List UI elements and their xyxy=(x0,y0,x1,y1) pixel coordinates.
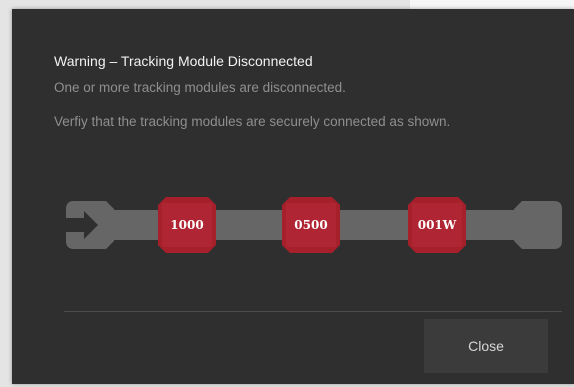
tracking-module-1: 1000 xyxy=(158,197,216,253)
tracking-module-diagram: 1000 0500 001W xyxy=(62,197,562,253)
track-right-cap xyxy=(514,201,562,249)
close-button[interactable]: Close xyxy=(424,319,548,373)
dialog-instruction: Verfiy that the tracking modules are sec… xyxy=(54,114,451,129)
module-label: 001W xyxy=(417,218,457,232)
divider xyxy=(64,311,562,312)
tracking-module-3: 001W xyxy=(408,197,466,253)
dialog-message: One or more tracking modules are disconn… xyxy=(54,80,346,95)
tracking-module-2: 0500 xyxy=(282,197,340,253)
module-label: 1000 xyxy=(170,218,204,232)
dialog-title: Warning – Tracking Module Disconnected xyxy=(54,53,313,69)
module-label: 0500 xyxy=(294,218,328,232)
